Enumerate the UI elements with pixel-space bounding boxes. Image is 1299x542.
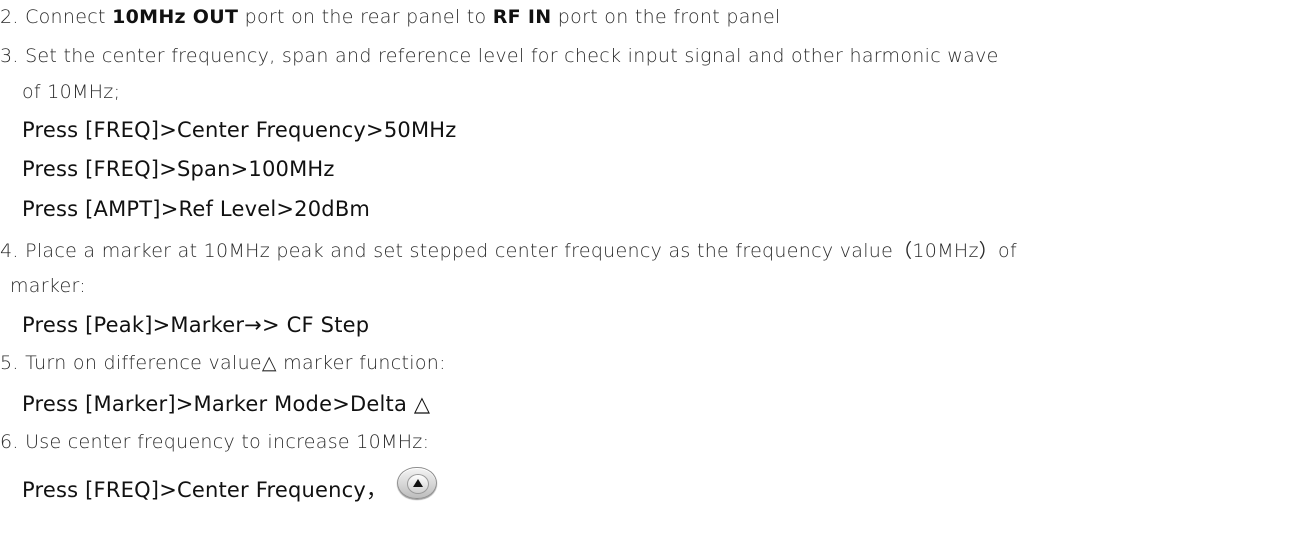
step-2-mid: port on the rear panel to bbox=[238, 6, 493, 28]
step-6-line: 6. Use center frequency to increase 10MH… bbox=[0, 431, 430, 453]
step-2-prefix: 2. Connect bbox=[0, 6, 113, 28]
step-3-command-3: Press [AMPT]>Ref Level>20dBm bbox=[22, 197, 371, 221]
step-6-command: Press [FREQ]>Center Frequency， bbox=[22, 467, 438, 507]
step-2-port-in: RF IN bbox=[492, 6, 552, 28]
step-4-line-2: marker: bbox=[10, 275, 86, 297]
step-3-command-1: Press [FREQ]>Center Frequency>50MHz bbox=[22, 118, 457, 142]
step-2-suffix: port on the front panel bbox=[551, 6, 781, 28]
step-3-line-1: 3. Set the center frequency, span and re… bbox=[0, 45, 999, 67]
step-3-command-2: Press [FREQ]>Span>100MHz bbox=[22, 157, 335, 181]
up-arrow-key-icon bbox=[397, 467, 438, 499]
step-5-command: Press [Marker]>Marker Mode>Delta △ bbox=[22, 392, 431, 416]
step-2-port-out: 10MHz OUT bbox=[112, 6, 239, 28]
step-3-line-2: of 10MHz; bbox=[22, 81, 121, 103]
step-6-command-text: Press [FREQ]>Center Frequency， bbox=[22, 478, 388, 502]
step-4-command: Press [Peak]>Marker→> CF Step bbox=[22, 313, 370, 337]
step-4-line-1: 4. Place a marker at 10MHz peak and set … bbox=[0, 240, 1017, 262]
step-5-line: 5. Turn on difference value△ marker func… bbox=[0, 352, 446, 374]
manual-page: 2. Connect 10MHz OUT port on the rear pa… bbox=[0, 0, 1299, 542]
step-2-text: 2. Connect 10MHz OUT port on the rear pa… bbox=[0, 6, 781, 28]
